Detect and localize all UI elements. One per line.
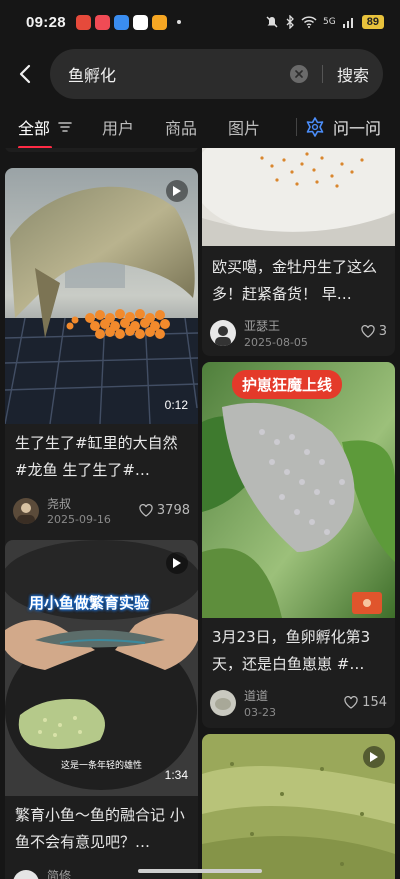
post-title: 欧买噶，金牡丹生了这么多！赶紧备货！ 早… <box>212 258 378 303</box>
app-notification-icon <box>151 14 167 30</box>
author-avatar <box>13 870 39 879</box>
mute-icon <box>266 16 278 28</box>
post-thumbnail: 0:12 <box>5 168 198 424</box>
post-date: 03-23 <box>244 706 276 719</box>
wifi-icon <box>301 16 317 28</box>
tab-all[interactable]: 全部 <box>18 115 72 149</box>
status-bar: 09:28 5G 89 <box>0 0 400 44</box>
divider <box>296 118 297 136</box>
author-avatar <box>13 498 39 524</box>
post-card[interactable]: 护崽狂魔上线 3月23日，鱼卵孵化第3天，还是白鱼崽崽 #… 道道 03-23 … <box>202 362 395 728</box>
ask-label: 问一问 <box>333 119 382 138</box>
like-count: 3798 <box>156 503 190 518</box>
post-title: 生了生了#缸里的大自然 #龙鱼 生了生了#… <box>15 434 178 479</box>
ai-assistant-icon <box>306 117 324 137</box>
like-button[interactable]: 154 <box>344 695 387 710</box>
like-count: 3 <box>378 324 387 339</box>
banner-text: 护崽狂魔上线 <box>242 376 333 394</box>
notification-icons <box>75 14 181 30</box>
post-banner: 护崽狂魔上线 <box>232 370 343 399</box>
app-notification-icon <box>132 14 148 30</box>
heart-icon <box>344 696 358 709</box>
heart-icon <box>361 325 375 338</box>
divider <box>321 65 323 83</box>
post-card[interactable] <box>202 734 395 879</box>
video-duration: 1:34 <box>164 768 188 782</box>
post-thumbnail: 护崽狂魔上线 <box>202 362 395 618</box>
like-count: 154 <box>362 695 387 710</box>
tab-users[interactable]: 用户 <box>102 115 134 139</box>
ask-button[interactable]: 问一问 <box>296 115 381 139</box>
battery-indicator: 89 <box>361 15 384 29</box>
network-label: 5G <box>323 17 336 27</box>
close-icon <box>295 70 303 78</box>
app-notification-icon <box>75 14 91 30</box>
post-card[interactable]: 用小鱼做繁育实验 这是一条年轻的雄性 1:34 繁育小鱼～鱼的融合记 小鱼不会有… <box>5 540 198 879</box>
heart-icon <box>139 504 153 517</box>
author-name: 道道 <box>244 689 269 703</box>
video-caption: 这是一条年轻的雄性 <box>61 761 143 771</box>
post-title: 3月23日，鱼卵孵化第3天，还是白鱼崽崽 #… <box>212 628 371 673</box>
thumbnail-image <box>202 362 395 618</box>
status-time: 09:28 <box>26 13 66 31</box>
post-card[interactable]: 欧买噶，金牡丹生了这么多！赶紧备货！ 早… 亚瑟王 2025-08-05 3 <box>202 148 395 356</box>
bluetooth-icon <box>286 15 294 29</box>
post-thumbnail: 用小鱼做繁育实验 这是一条年轻的雄性 1:34 <box>5 540 198 796</box>
app-notification-icon <box>94 14 110 30</box>
banner-text: 用小鱼做繁育实验 <box>29 594 150 612</box>
author-name: 简修 <box>47 869 72 879</box>
like-button[interactable]: 3 <box>361 324 387 339</box>
filter-icon <box>58 122 72 132</box>
post-date: 2025-09-16 <box>47 513 111 526</box>
like-button[interactable]: 3798 <box>139 503 190 518</box>
system-icons: 5G 89 <box>265 15 384 29</box>
more-notifications-dot <box>176 20 181 24</box>
post-date: 2025-08-05 <box>244 336 308 349</box>
clear-search-button[interactable] <box>289 65 308 83</box>
thumbnail-image <box>5 168 198 424</box>
author-name: 尧叔 <box>47 497 72 511</box>
video-play-icon <box>363 746 385 768</box>
signal-icon <box>342 18 353 28</box>
author-avatar <box>210 690 236 716</box>
thumbnail-image <box>202 148 395 246</box>
app-notification-icon <box>113 14 129 30</box>
back-button[interactable] <box>0 48 50 100</box>
search-row: 鱼孵化 搜索 <box>0 48 400 100</box>
post-thumbnail <box>202 734 395 879</box>
video-play-icon <box>166 180 188 202</box>
search-box: 鱼孵化 搜索 <box>50 49 383 99</box>
search-input[interactable]: 鱼孵化 <box>68 62 290 86</box>
search-button[interactable]: 搜索 <box>337 62 369 86</box>
post-banner: 用小鱼做繁育实验 <box>29 592 149 613</box>
home-indicator[interactable] <box>138 869 262 873</box>
chevron-left-icon <box>19 64 31 84</box>
tab-label: 全部 <box>18 119 51 138</box>
author-name: 亚瑟王 <box>244 319 281 333</box>
partial-card <box>5 148 198 152</box>
tab-images[interactable]: 图片 <box>228 115 260 139</box>
filter-tabs: 全部 用户 商品 图片 问一问 <box>0 106 400 149</box>
video-duration: 0:12 <box>164 398 188 412</box>
tab-products[interactable]: 商品 <box>165 115 197 139</box>
post-title: 繁育小鱼～鱼的融合记 小鱼不会有意见吧？… <box>15 806 185 851</box>
video-play-icon <box>166 552 188 574</box>
author-avatar <box>210 320 236 346</box>
post-thumbnail <box>202 148 395 246</box>
results-feed[interactable]: 0:12 生了生了#缸里的大自然 #龙鱼 生了生了#… 尧叔 2025-09-1… <box>0 148 400 879</box>
